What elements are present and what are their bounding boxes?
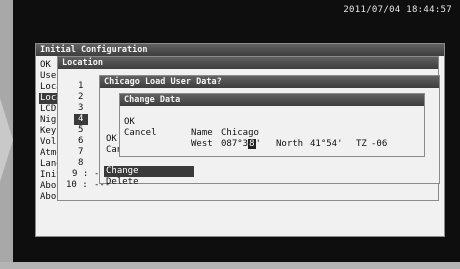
menu-item-use[interactable]: Use [40,71,56,82]
load-user-data-title: Chicago Load User Data? [100,76,439,88]
location-number[interactable]: 1 [78,81,83,92]
menu-item-lcd[interactable]: LCD [40,104,56,115]
timezone-value[interactable]: -06 [371,139,387,150]
menu-item-ok[interactable]: OK [40,60,51,71]
longitude-field[interactable]: 087°38' [221,139,261,150]
location-title: Location [58,57,438,69]
location-number[interactable]: 10 : [66,180,88,191]
location-number[interactable]: 7 [78,147,83,158]
location-number[interactable]: 3 [78,103,83,114]
load-change-option[interactable]: Change [104,166,194,177]
clock: 2011/07/04 18:44:57 [343,5,452,15]
longitude-value-end: ' [255,139,261,149]
longitude-direction[interactable]: West [191,139,213,150]
timezone-label: TZ [356,139,367,149]
location-number[interactable]: 6 [78,136,83,147]
initial-configuration-title: Initial Configuration [36,44,444,56]
load-delete-option[interactable]: Delete [106,177,139,188]
device-screen: 2011/07/04 18:44:57 Initial Configuratio… [13,0,460,262]
name-value[interactable]: Chicago [221,128,259,139]
latitude-direction[interactable]: North [276,139,303,150]
menu-item-key[interactable]: Key [40,126,56,137]
latitude-value[interactable]: 41°54' [310,139,343,150]
location-number[interactable]: 2 [78,92,83,103]
change-cancel-option[interactable]: Cancel [124,128,157,139]
change-data-dialog: Change Data OK Cancel Name Chicago West … [119,93,425,157]
longitude-value-start: 087°3 [221,139,249,149]
name-label: Name [191,128,213,138]
location-number[interactable]: 9 : [72,169,88,180]
change-data-title: Change Data [120,94,424,106]
location-number[interactable]: 8 [78,158,83,169]
location-number-selected[interactable]: 4 [74,114,88,125]
load-ok-option[interactable]: OK [106,134,117,145]
change-ok-option[interactable]: OK [124,117,135,128]
location-number[interactable]: 5 [78,125,83,136]
bezel-bottom [0,262,460,269]
left-arrow-icon [0,98,13,182]
edit-cursor[interactable]: 8 [248,139,256,149]
